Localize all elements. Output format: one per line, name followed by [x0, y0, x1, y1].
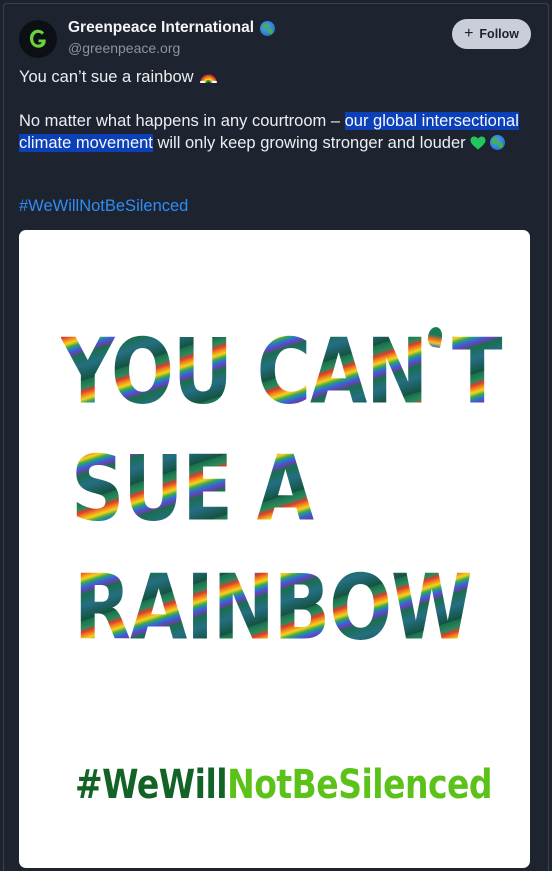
- globe-icon: [489, 134, 505, 150]
- post-text-title: You can’t sue a rainbow: [19, 68, 194, 86]
- globe-icon: [260, 20, 276, 36]
- author-name-row: Greenpeace International: [68, 19, 276, 37]
- poster-hashtag: #WeWillNotBeSilenced: [75, 760, 493, 808]
- green-heart-icon: [470, 136, 486, 149]
- hashtag-link[interactable]: #WeWillNotBeSilenced: [19, 197, 188, 216]
- poster-headline-line3: RAINBOW: [74, 563, 530, 653]
- rainbow-icon: [200, 74, 218, 83]
- author-handle[interactable]: @greenpeace.org: [68, 40, 180, 56]
- post-image[interactable]: YOU CAN T SUE A RAINBOW #WeWillNotBeSile…: [19, 230, 530, 868]
- post-header: Greenpeace International @greenpeace.org…: [19, 17, 531, 58]
- post-text-part: No matter what happens in any courtroom …: [19, 112, 345, 130]
- poster-hashtag-part1: #WeWill: [75, 760, 228, 808]
- post-text-part: will only keep growing stronger and loud…: [152, 133, 466, 152]
- greenpeace-logo-icon: [29, 29, 46, 48]
- follow-button[interactable]: + Follow: [452, 19, 531, 49]
- post-text-body: No matter what happens in any courtroom …: [19, 111, 534, 154]
- plus-icon: +: [464, 25, 474, 42]
- poster-hashtag-part2: NotBeSilenced: [227, 760, 493, 808]
- avatar[interactable]: [19, 20, 57, 58]
- poster-headline-line1: YOU CAN T: [61, 327, 530, 417]
- follow-label: Follow: [479, 27, 519, 41]
- post-text-line1: You can’t sue a rainbow: [19, 67, 218, 89]
- poster-headline-line2: SUE A: [71, 444, 530, 534]
- author-name[interactable]: Greenpeace International: [68, 19, 254, 37]
